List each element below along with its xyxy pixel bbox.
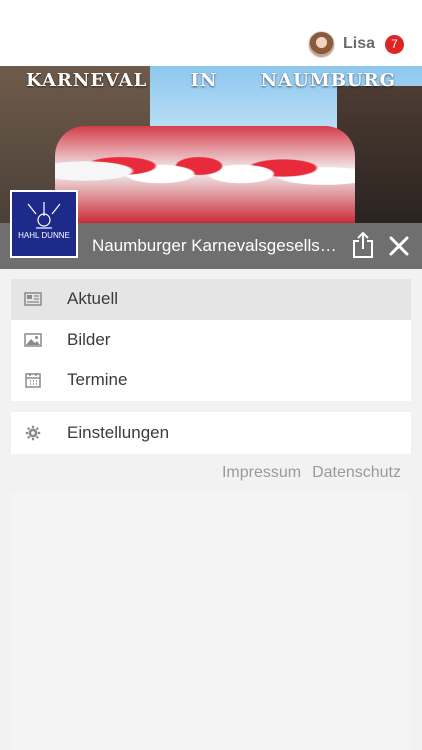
user-name[interactable]: Lisa: [343, 35, 375, 53]
club-logo: HAHL DUNNE: [10, 190, 78, 258]
gear-icon: [23, 425, 43, 441]
menu-item-aktuell[interactable]: Aktuell: [11, 279, 411, 320]
menu-label-termine: Termine: [67, 370, 128, 390]
footer-links: Impressum Datenschutz: [222, 464, 401, 482]
content-area: [11, 492, 411, 750]
notification-badge[interactable]: 7: [385, 34, 404, 54]
impressum-link[interactable]: Impressum: [222, 464, 301, 482]
close-icon[interactable]: [388, 235, 410, 257]
user-profile[interactable]: Lisa 7: [307, 30, 404, 58]
settings-menu: Einstellungen: [11, 412, 411, 454]
main-menu: Aktuell Bilder Termine: [11, 279, 411, 401]
calendar-icon: [23, 372, 43, 388]
image-icon: [23, 332, 43, 348]
share-icon[interactable]: [351, 231, 375, 259]
menu-item-bilder[interactable]: Bilder: [11, 320, 411, 361]
menu-label-einstellungen: Einstellungen: [67, 423, 170, 442]
datenschutz-link[interactable]: Datenschutz: [312, 464, 401, 482]
logo-text: HAHL DUNNE: [18, 231, 70, 240]
hero-title: KARNEVAL IN NAUMBURG: [26, 70, 396, 91]
carnival-group: [55, 126, 355, 223]
club-name: Naumburger Karnevalsgesells…: [92, 236, 337, 255]
avatar[interactable]: [307, 30, 335, 58]
menu-label-aktuell: Aktuell: [67, 289, 119, 309]
menu-item-termine[interactable]: Termine: [11, 360, 411, 401]
menu-label-bilder: Bilder: [67, 329, 111, 349]
newspaper-icon: [23, 291, 43, 307]
top-bar: Lisa 7: [0, 0, 422, 66]
menu-item-einstellungen[interactable]: Einstellungen: [11, 412, 411, 454]
